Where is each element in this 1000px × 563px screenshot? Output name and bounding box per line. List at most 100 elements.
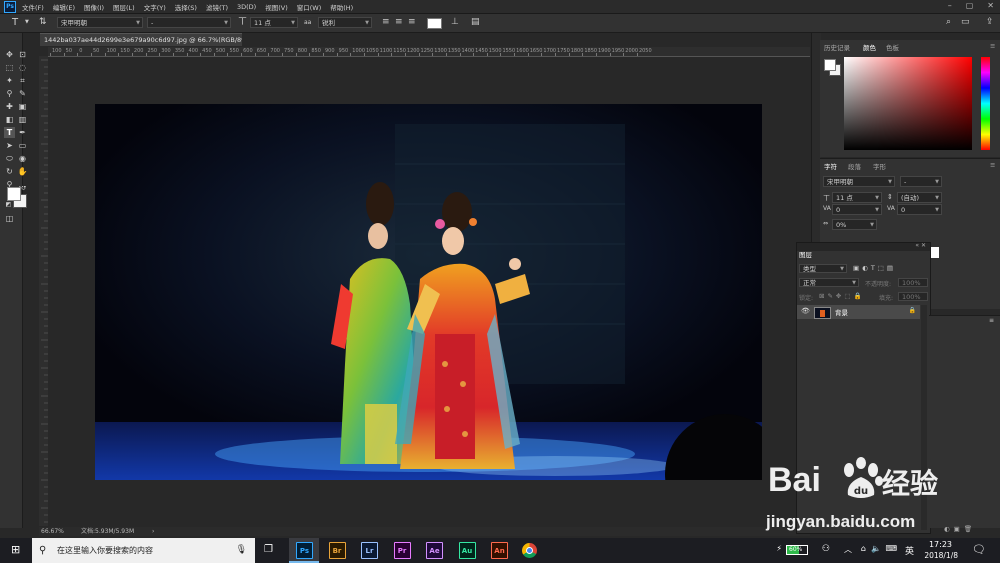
text-orientation-icon[interactable]: ⇅ (39, 17, 47, 28)
char-kerning-select[interactable]: 0 ▼ (832, 204, 882, 215)
chevron-right-icon[interactable]: › (152, 527, 154, 536)
taskbar-app-lr[interactable]: Lr (361, 542, 378, 559)
layers-panel-titlebar[interactable]: « ✕ (797, 242, 930, 251)
taskbar-app-au[interactable]: Au (458, 542, 476, 559)
tab-swatches[interactable]: 色板 (886, 42, 899, 52)
minimize-icon[interactable]: – (948, 1, 952, 10)
crop-tool-icon[interactable]: ⌗ (17, 75, 28, 86)
text-color-swatch[interactable] (427, 18, 442, 29)
move-tool-icon[interactable]: ✥ (4, 49, 15, 60)
tab-color[interactable]: 颜色 (863, 42, 876, 52)
people-icon[interactable]: ⚇ (822, 544, 830, 554)
layer-name[interactable]: 背景 (835, 307, 848, 317)
opacity-input[interactable]: 100% (898, 278, 928, 287)
tab-history[interactable]: 历史记录 (824, 42, 850, 52)
hue-slider[interactable] (981, 57, 990, 150)
clock-date[interactable]: 2018/1/8 (924, 551, 958, 560)
microphone-icon[interactable]: 🎙 (236, 538, 247, 563)
hand-tool-icon[interactable]: ✋ (17, 166, 28, 177)
panel-menu-icon[interactable]: ≡ (990, 42, 995, 50)
rectangle-tool-icon[interactable]: ▭ (17, 140, 28, 151)
lasso-tool-icon[interactable]: ◌ (17, 62, 28, 73)
document-tab[interactable]: 1442ba037ae44d2699e3e679a90c6d97.jpg @ 6… (40, 33, 242, 46)
path-select-icon[interactable]: ➤ (4, 140, 15, 151)
layers-panel-title[interactable]: 图层 (799, 249, 812, 261)
font-family-select[interactable]: 宋甲明朝 ▼ (57, 17, 143, 28)
menu-file[interactable]: 文件(F) (22, 2, 44, 12)
menu-image[interactable]: 图像(I) (84, 2, 104, 12)
menu-window[interactable]: 窗口(W) (297, 2, 322, 12)
ellipse-shape-icon[interactable]: ⬭ (4, 153, 15, 164)
char-scale-select[interactable]: 0% ▼ (832, 219, 877, 230)
healing-brush-icon[interactable]: ✚ (4, 101, 15, 112)
chrome-app-icon[interactable] (522, 543, 537, 558)
blend-mode-select[interactable]: 正常 ▼ (799, 278, 859, 287)
keyboard-icon[interactable]: ⌨ (885, 544, 897, 553)
layer-kind-filter[interactable]: 类型 ▼ (799, 264, 847, 273)
eraser-tool-icon[interactable]: ◧ (4, 114, 15, 125)
brush-tool-icon[interactable]: ✎ (17, 88, 28, 99)
color-picker-field[interactable] (844, 57, 972, 150)
taskbar-search[interactable]: ⚲ 在这里输入你要搜索的内容 🎙 (32, 538, 255, 563)
antialias-select[interactable]: 锐利 ▼ (318, 17, 372, 28)
chevron-down-icon[interactable]: ▼ (25, 17, 29, 28)
char-tracking-select[interactable]: 0 ▼ (897, 204, 942, 215)
char-size-select[interactable]: 11 点 ▼ (832, 192, 882, 203)
search-icon[interactable]: ⌕ (946, 17, 951, 28)
notification-icon[interactable]: 🗨 (972, 543, 986, 556)
ime-indicator[interactable]: 英 (905, 544, 914, 557)
char-font-style-select[interactable]: - ▼ (900, 176, 942, 187)
3d-tool-icon[interactable]: ◉ (17, 153, 28, 164)
foreground-color-swatch[interactable] (7, 187, 21, 201)
taskbar-app-pr[interactable]: Pr (393, 542, 411, 559)
eyedropper-icon[interactable]: ⚲ (4, 88, 15, 99)
align-left-icon[interactable]: ≡ (382, 17, 390, 28)
windows-start-icon[interactable]: ⊞ (11, 543, 20, 556)
foreground-color-swatch[interactable] (824, 59, 836, 71)
marquee-tool-icon[interactable]: ⬚ (4, 62, 15, 73)
type-tool-preset-icon[interactable]: T (12, 17, 18, 28)
eye-visibility-icon[interactable]: 👁 (801, 307, 810, 315)
panel-menu-icon[interactable]: ≡ (989, 317, 994, 324)
menu-3d[interactable]: 3D(D) (237, 3, 256, 11)
zoom-level[interactable]: 66.67% (41, 527, 64, 536)
type-tool-icon[interactable]: T (4, 127, 15, 138)
magic-wand-icon[interactable]: ✦ (4, 75, 15, 86)
fill-input[interactable]: 100% (898, 292, 928, 301)
rotate-view-icon[interactable]: ↻ (4, 166, 15, 177)
menu-select[interactable]: 选择(S) (175, 2, 197, 12)
tab-paragraph[interactable]: 段落 (848, 161, 861, 171)
pen-tool-icon[interactable]: ✒ (17, 127, 28, 138)
quick-mask-icon[interactable]: ◫ (4, 213, 15, 224)
share-icon[interactable]: ⇪ (986, 17, 994, 28)
lock-icons[interactable]: ⊠✎✥⬚🔒 (819, 292, 865, 300)
stamp-tool-icon[interactable]: ▣ (17, 101, 28, 112)
menu-edit[interactable]: 编辑(E) (53, 2, 75, 12)
workspace-icon[interactable]: ▭ (961, 17, 970, 28)
tab-character[interactable]: 字符 (824, 161, 837, 171)
warp-text-icon[interactable]: ⊥ (451, 17, 459, 28)
char-leading-select[interactable]: (自动) ▼ (897, 192, 942, 203)
document-photo[interactable] (95, 104, 762, 480)
panel-menu-icon[interactable]: ≡ (990, 161, 995, 169)
menu-layer[interactable]: 图层(L) (113, 2, 135, 12)
document-info[interactable]: 文档:5.93M/5.93M (81, 527, 134, 536)
layer-row[interactable]: 👁 背景 🔒 (797, 305, 920, 319)
align-right-icon[interactable]: ≡ (408, 17, 416, 28)
font-style-select[interactable]: - ▼ (147, 17, 231, 28)
close-icon[interactable]: ✕ (987, 1, 994, 10)
char-font-family-select[interactable]: 宋甲明朝 ▼ (823, 176, 895, 187)
taskbar-app-ps[interactable]: Ps (296, 542, 313, 559)
menu-type[interactable]: 文字(Y) (144, 2, 166, 12)
menu-filter[interactable]: 滤镜(T) (206, 2, 228, 12)
artboard-tool-icon[interactable]: ⊡ (17, 49, 28, 60)
maximize-icon[interactable]: ▢ (966, 1, 974, 10)
character-panel-icon[interactable]: ▤ (471, 17, 480, 28)
battery-icon[interactable]: 60% (786, 545, 808, 555)
task-view-icon[interactable]: ❐ (264, 544, 273, 555)
menu-help[interactable]: 帮助(H) (330, 2, 353, 12)
taskbar-app-an[interactable]: An (491, 542, 508, 559)
chevron-up-icon[interactable]: ︿ (844, 544, 852, 555)
volume-icon[interactable]: 🔈 (871, 544, 881, 553)
menu-view[interactable]: 视图(V) (265, 2, 288, 12)
